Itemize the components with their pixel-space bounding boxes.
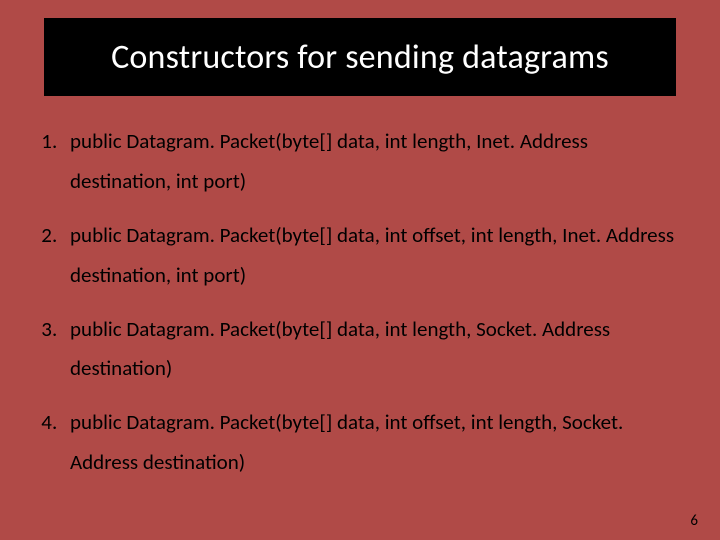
list-item: public Datagram. Packet(byte[] data, int… bbox=[62, 118, 686, 212]
slide: Constructors for sending datagrams publi… bbox=[0, 0, 720, 540]
constructor-list: public Datagram. Packet(byte[] data, int… bbox=[28, 118, 686, 493]
list-item: public Datagram. Packet(byte[] data, int… bbox=[62, 212, 686, 306]
list-item: public Datagram. Packet(byte[] data, int… bbox=[62, 306, 686, 400]
slide-number: 6 bbox=[690, 512, 698, 530]
list-item: public Datagram. Packet(byte[] data, int… bbox=[62, 399, 686, 493]
slide-body: public Datagram. Packet(byte[] data, int… bbox=[28, 118, 686, 502]
slide-title: Constructors for sending datagrams bbox=[111, 37, 609, 78]
title-box: Constructors for sending datagrams bbox=[44, 18, 676, 96]
